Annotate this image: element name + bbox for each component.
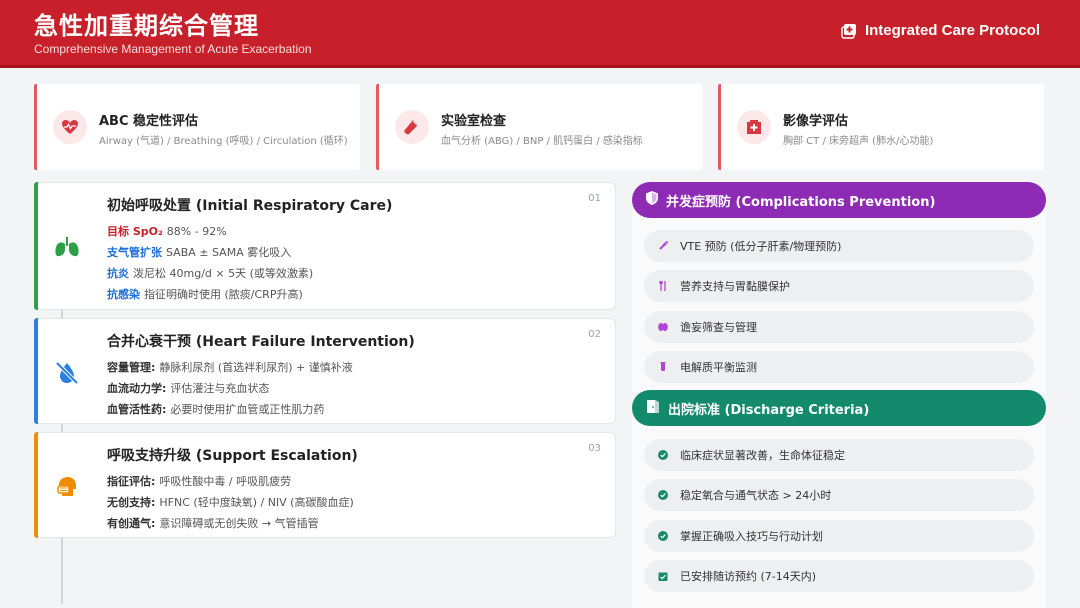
card-subtitle: 血气分析 (ABG) / BNP / 肌钙蛋白 / 感染指标 [441,136,643,147]
step-line: 血流动力学: 评估灌注与充血状态 [107,382,270,395]
syringe-icon [656,239,670,253]
complications-header: 并发症预防 (Complications Prevention) [632,182,1046,218]
complication-item: 电解质平衡监测 [644,351,1034,383]
door-open-icon [646,399,660,417]
lab-tests-card: 实验室检查 血气分析 (ABG) / BNP / 肌钙蛋白 / 感染指标 [376,84,702,170]
hospital-icon [737,110,771,144]
step-card-heart-failure: 合并心衰干预 (Heart Failure Intervention) 02 容… [34,318,616,424]
discharge-item: 掌握正确吸入技巧与行动计划 [644,520,1034,552]
hospital-logo-icon [841,23,857,39]
check-circle-icon [656,529,670,543]
brand-label: Integrated Care Protocol [841,22,1040,39]
step-number: 03 [588,443,601,454]
utensils-icon [656,279,670,293]
shield-icon [646,191,658,209]
discharge-item: 临床症状显著改善，生命体征稳定 [644,439,1034,471]
header-bar: 急性加重期综合管理 Comprehensive Management of Ac… [0,0,1080,68]
step-line: 无创支持: HFNC (轻中度缺氧) / NIV (高碳酸血症) [107,496,354,509]
brand-text: Integrated Care Protocol [864,22,1040,39]
discharge-item: 稳定氧合与通气状态 > 24小时 [644,479,1034,511]
brain-icon [656,320,670,334]
step-accent-bar [34,182,38,310]
imaging-card: 影像学评估 胸部 CT / 床旁超声 (肺水/心功能) [718,84,1044,170]
calendar-check-icon [656,569,670,583]
step-line: 抗炎 泼尼松 40mg/d × 5天 (或等效激素) [107,267,314,280]
card-subtitle: Airway (气道) / Breathing (呼吸) / Circulati… [99,136,348,147]
step-number: 02 [588,329,601,340]
test-tube-icon [395,110,429,144]
card-title: 影像学评估 [783,114,849,129]
step-line: 目标 SpO₂ 88% - 92% [107,225,227,238]
check-circle-icon [656,488,670,502]
step-line: 抗感染 指征明确时使用 (脓痰/CRP升高) [107,288,303,301]
step-accent-bar [34,432,38,538]
step-accent-bar [34,318,38,424]
step-card-initial-respiratory: 初始呼吸处置 (Initial Respiratory Care) 01 目标 … [34,182,616,310]
step-number: 01 [588,193,601,204]
step-line: 支气管扩张 SABA ± SAMA 雾化吸入 [107,246,292,259]
vial-icon [656,360,670,374]
complication-item: 营养支持与胃黏膜保护 [644,270,1034,302]
step-title: 呼吸支持升级 (Support Escalation) [107,448,358,464]
discharge-item: 已安排随访预约 (7-14天内) [644,560,1034,592]
step-title: 初始呼吸处置 (Initial Respiratory Care) [107,198,393,214]
complication-item: 谵妄筛查与管理 [644,311,1034,343]
step-line: 血管活性药: 必要时使用扩血管或正性肌力药 [107,403,325,416]
card-title: ABC 稳定性评估 [99,114,199,129]
step-card-support-escalation: 呼吸支持升级 (Support Escalation) 03 指征评估: 呼吸性酸… [34,432,616,538]
abc-assessment-card: ABC 稳定性评估 Airway (气道) / Breathing (呼吸) /… [34,84,360,170]
lungs-icon [53,233,81,261]
heart-pulse-icon [53,110,87,144]
step-title: 合并心衰干预 (Heart Failure Intervention) [107,334,415,350]
complication-item: VTE 预防 (低分子肝素/物理预防) [644,230,1034,262]
section-title: 并发症预防 (Complications Prevention) [666,194,936,210]
card-title: 实验室检查 [441,114,507,129]
no-drop-icon [53,359,81,387]
step-line: 容量管理: 静脉利尿剂 (首选袢利尿剂) + 谨慎补液 [107,361,353,374]
section-title: 出院标准 (Discharge Criteria) [668,402,870,418]
step-line: 有创通气: 意识障碍或无创失败 → 气管插管 [107,517,319,530]
page-subtitle: Comprehensive Management of Acute Exacer… [34,42,312,56]
card-subtitle: 胸部 CT / 床旁超声 (肺水/心功能) [783,136,934,147]
check-circle-icon [656,448,670,462]
step-line: 指征评估: 呼吸性酸中毒 / 呼吸肌疲劳 [107,475,292,488]
page-title: 急性加重期综合管理 [34,12,259,40]
head-side-mask-icon [53,473,81,501]
discharge-header: 出院标准 (Discharge Criteria) [632,390,1046,426]
